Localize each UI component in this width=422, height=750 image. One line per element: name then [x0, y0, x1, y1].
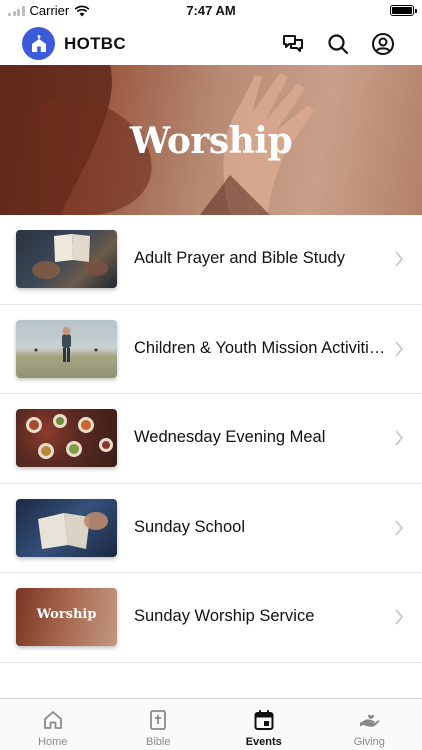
tab-home[interactable]: Home [0, 699, 106, 750]
event-thumbnail [16, 409, 117, 467]
tab-bible[interactable]: Bible [106, 699, 212, 750]
event-label: Wednesday Evening Meal [134, 428, 326, 446]
event-thumbnail: Worship [16, 588, 117, 646]
home-icon [43, 711, 62, 729]
battery-icon [390, 5, 417, 16]
tab-label: Events [245, 736, 282, 748]
event-thumbnail [16, 498, 117, 557]
profile-icon[interactable] [370, 31, 396, 57]
event-label: Sunday Worship Service [134, 607, 315, 625]
chevron-right-icon [395, 430, 404, 446]
bible-icon [150, 710, 167, 730]
status-bar: Carrier 7:47 AM [0, 0, 422, 22]
event-row-wednesday-meal[interactable]: Wednesday Evening Meal [0, 394, 422, 484]
tab-label: Bible [146, 736, 171, 748]
tab-label: Giving [353, 736, 385, 748]
event-list: Adult Prayer and Bible Study Children & … [0, 215, 422, 663]
church-logo-icon[interactable] [22, 27, 55, 60]
event-row-adult-prayer[interactable]: Adult Prayer and Bible Study [0, 215, 422, 305]
chevron-right-icon [395, 340, 404, 357]
event-label: Children & Youth Mission Activities [134, 338, 386, 357]
event-thumbnail [16, 230, 117, 288]
hero-title: Worship [129, 120, 293, 162]
event-thumbnail [16, 319, 117, 378]
event-label: Adult Prayer and Bible Study [134, 249, 345, 267]
chevron-right-icon [395, 519, 404, 536]
tab-bar: Home Bible Events Giving [0, 698, 422, 750]
status-time: 7:47 AM [186, 3, 236, 18]
event-row-children-youth[interactable]: Children & Youth Mission Activities [0, 305, 422, 394]
event-label: Sunday School [134, 517, 245, 536]
chat-bubbles-icon[interactable] [280, 31, 306, 57]
event-row-sunday-worship[interactable]: Worship Sunday Worship Service [0, 573, 422, 663]
calendar-icon [254, 710, 274, 730]
hero-banner: Worship [0, 65, 422, 215]
giving-hand-icon [360, 714, 380, 727]
tab-giving[interactable]: Giving [317, 699, 422, 750]
chevron-right-icon [395, 609, 404, 625]
chevron-right-icon [395, 251, 404, 267]
app-bar: HOTBC [0, 24, 422, 64]
event-row-sunday-school[interactable]: Sunday School [0, 484, 422, 573]
search-icon[interactable] [325, 31, 351, 57]
thumbnail-text: Worship [36, 607, 97, 622]
tab-label: Home [38, 736, 68, 748]
app-title: HOTBC [64, 34, 126, 53]
tab-events[interactable]: Events [211, 699, 317, 750]
